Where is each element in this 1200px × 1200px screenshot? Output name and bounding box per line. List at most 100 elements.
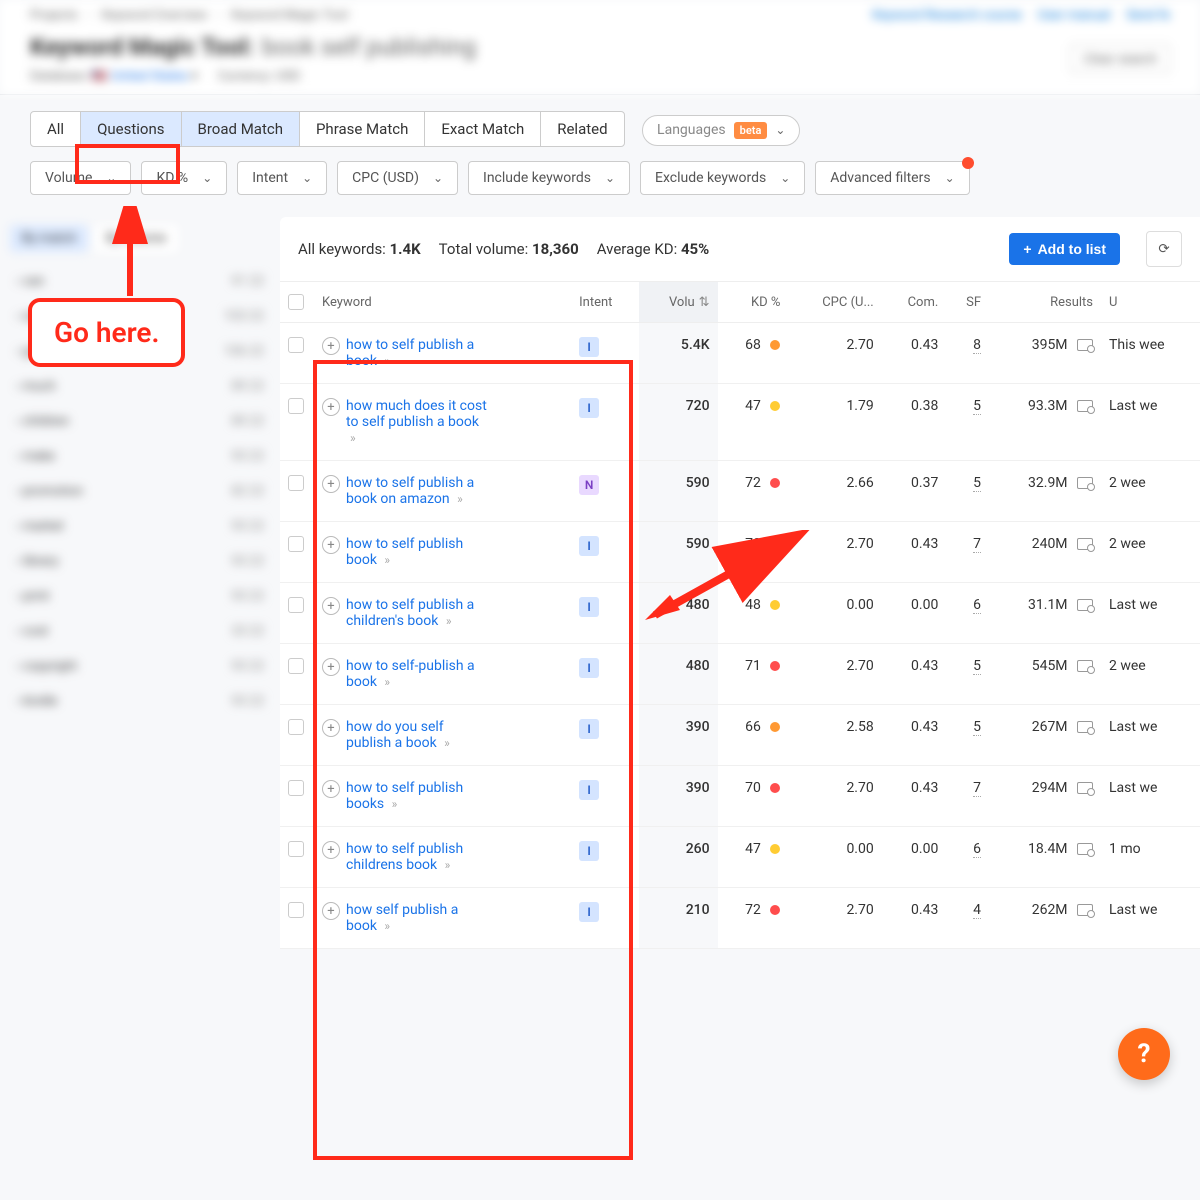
cpc-filter[interactable]: CPC (USD)⌄ bbox=[337, 161, 458, 195]
volume-cell: 480 bbox=[639, 644, 717, 705]
serp-icon[interactable] bbox=[1077, 782, 1093, 794]
sidebar-tab-match[interactable]: By match bbox=[10, 225, 88, 252]
expand-icon[interactable]: + bbox=[322, 658, 340, 676]
serp-icon[interactable] bbox=[1077, 477, 1093, 489]
add-to-list-button[interactable]: +Add to list bbox=[1009, 233, 1120, 265]
kd-cell: 68 bbox=[718, 323, 789, 384]
col-sf[interactable]: SF bbox=[946, 282, 989, 323]
annotation-callout: Go here. bbox=[28, 298, 185, 367]
sidebar-item[interactable]: › much89 22 bbox=[10, 369, 270, 404]
updated-cell: 2 wee bbox=[1101, 522, 1200, 583]
keyword-link[interactable]: how self publish a book bbox=[346, 902, 458, 934]
updated-cell: Last we bbox=[1101, 888, 1200, 949]
crumb[interactable]: Keyword Overview bbox=[102, 8, 208, 23]
row-checkbox[interactable] bbox=[288, 780, 304, 796]
link-feedback[interactable]: Send fe bbox=[1126, 8, 1170, 23]
plus-icon: + bbox=[1023, 241, 1031, 257]
select-all-checkbox[interactable] bbox=[288, 294, 304, 310]
volume-filter[interactable]: Volume⌄ bbox=[30, 161, 131, 195]
link-manual[interactable]: User manual bbox=[1038, 8, 1111, 23]
keyword-link[interactable]: how do you self publish a book bbox=[346, 719, 444, 751]
kd-filter[interactable]: KD %⌄ bbox=[141, 161, 227, 195]
sidebar-item[interactable]: › copyright93 22 bbox=[10, 649, 270, 684]
row-checkbox[interactable] bbox=[288, 841, 304, 857]
languages-dropdown[interactable]: Languages beta ⌄ bbox=[642, 115, 800, 146]
serp-icon[interactable] bbox=[1077, 538, 1093, 550]
row-checkbox[interactable] bbox=[288, 536, 304, 552]
row-checkbox[interactable] bbox=[288, 719, 304, 735]
row-checkbox[interactable] bbox=[288, 337, 304, 353]
keyword-link[interactable]: how much does it cost to self publish a … bbox=[346, 398, 487, 430]
tab-questions[interactable]: Questions bbox=[81, 112, 181, 146]
expand-icon[interactable]: + bbox=[322, 536, 340, 554]
serp-icon[interactable] bbox=[1077, 339, 1093, 351]
tab-all[interactable]: All bbox=[31, 112, 81, 146]
link-course[interactable]: Keyword Research course bbox=[872, 8, 1021, 23]
expand-icon[interactable]: + bbox=[322, 398, 340, 416]
keyword-link[interactable]: how to self publish a children's book bbox=[346, 597, 474, 629]
sf-cell: 6 bbox=[946, 583, 989, 644]
tab-phrase-match[interactable]: Phrase Match bbox=[300, 112, 425, 146]
serp-icon[interactable] bbox=[1077, 400, 1093, 412]
intent-filter[interactable]: Intent⌄ bbox=[237, 161, 327, 195]
table-row: +how to self publish a book »I5.4K68 2.7… bbox=[280, 323, 1200, 384]
sidebar-item[interactable]: › market93 22 bbox=[10, 509, 270, 544]
sidebar-item[interactable]: › children89 22 bbox=[10, 404, 270, 439]
keyword-link[interactable]: how to self-publish a book bbox=[346, 658, 475, 690]
keyword-link[interactable]: how to self publish book bbox=[346, 536, 463, 568]
exclude-keywords-filter[interactable]: Exclude keywords⌄ bbox=[640, 161, 805, 195]
expand-icon[interactable]: + bbox=[322, 841, 340, 859]
sidebar-item[interactable]: › promotion82 22 bbox=[10, 474, 270, 509]
expand-icon[interactable]: + bbox=[322, 337, 340, 355]
expand-icon[interactable]: + bbox=[322, 902, 340, 920]
col-com[interactable]: Com. bbox=[882, 282, 947, 323]
filter-bar: All Questions Broad Match Phrase Match E… bbox=[0, 94, 1200, 211]
sf-cell: 5 bbox=[946, 705, 989, 766]
tab-related[interactable]: Related bbox=[541, 112, 623, 146]
sf-cell: 7 bbox=[946, 766, 989, 827]
expand-icon[interactable]: + bbox=[322, 475, 340, 493]
row-checkbox[interactable] bbox=[288, 398, 304, 414]
sidebar-item[interactable]: › kindle93 22 bbox=[10, 684, 270, 719]
tab-exact-match[interactable]: Exact Match bbox=[425, 112, 541, 146]
expand-icon[interactable]: + bbox=[322, 719, 340, 737]
clear-search-button[interactable]: Clear search bbox=[1070, 44, 1170, 73]
intent-badge: I bbox=[579, 398, 599, 418]
intent-badge: I bbox=[579, 536, 599, 556]
keyword-link[interactable]: how to self publish a book bbox=[346, 337, 474, 369]
serp-icon[interactable] bbox=[1077, 599, 1093, 611]
row-checkbox[interactable] bbox=[288, 475, 304, 491]
col-volume[interactable]: Volu⇅ bbox=[639, 282, 717, 323]
cpc-cell: 2.70 bbox=[788, 644, 881, 705]
advanced-filters[interactable]: Advanced filters⌄ bbox=[815, 161, 969, 195]
col-keyword[interactable]: Keyword bbox=[314, 282, 571, 323]
row-checkbox[interactable] bbox=[288, 658, 304, 674]
col-updated[interactable]: U bbox=[1101, 282, 1200, 323]
serp-icon[interactable] bbox=[1077, 904, 1093, 916]
include-keywords-filter[interactable]: Include keywords⌄ bbox=[468, 161, 630, 195]
help-button[interactable]: ? bbox=[1118, 1028, 1170, 1080]
expand-icon[interactable]: + bbox=[322, 597, 340, 615]
col-intent[interactable]: Intent bbox=[571, 282, 639, 323]
tab-broad-match[interactable]: Broad Match bbox=[182, 112, 300, 146]
expand-icon[interactable]: + bbox=[322, 780, 340, 798]
serp-icon[interactable] bbox=[1077, 721, 1093, 733]
sidebar-item[interactable]: › print93 22 bbox=[10, 579, 270, 614]
keyword-link[interactable]: how to self publish books bbox=[346, 780, 463, 812]
sidebar-item[interactable]: › make93 22 bbox=[10, 439, 270, 474]
refresh-button[interactable]: ⟳ bbox=[1146, 231, 1182, 267]
col-results[interactable]: Results bbox=[989, 282, 1101, 323]
col-kd[interactable]: KD % bbox=[718, 282, 789, 323]
page-keyword: book self publishing bbox=[262, 33, 476, 61]
sidebar-item[interactable]: › cost33 22 bbox=[10, 614, 270, 649]
keyword-link[interactable]: how to self publish a book on amazon bbox=[346, 475, 474, 507]
serp-icon[interactable] bbox=[1077, 843, 1093, 855]
crumb[interactable]: Keyword Magic Tool bbox=[231, 8, 348, 23]
col-cpc[interactable]: CPC (U... bbox=[788, 282, 881, 323]
serp-icon[interactable] bbox=[1077, 660, 1093, 672]
sidebar-item[interactable]: › library93 22 bbox=[10, 544, 270, 579]
results-cell: 31.1M bbox=[989, 583, 1101, 644]
crumb[interactable]: Projects bbox=[30, 8, 78, 23]
row-checkbox[interactable] bbox=[288, 597, 304, 613]
row-checkbox[interactable] bbox=[288, 902, 304, 918]
